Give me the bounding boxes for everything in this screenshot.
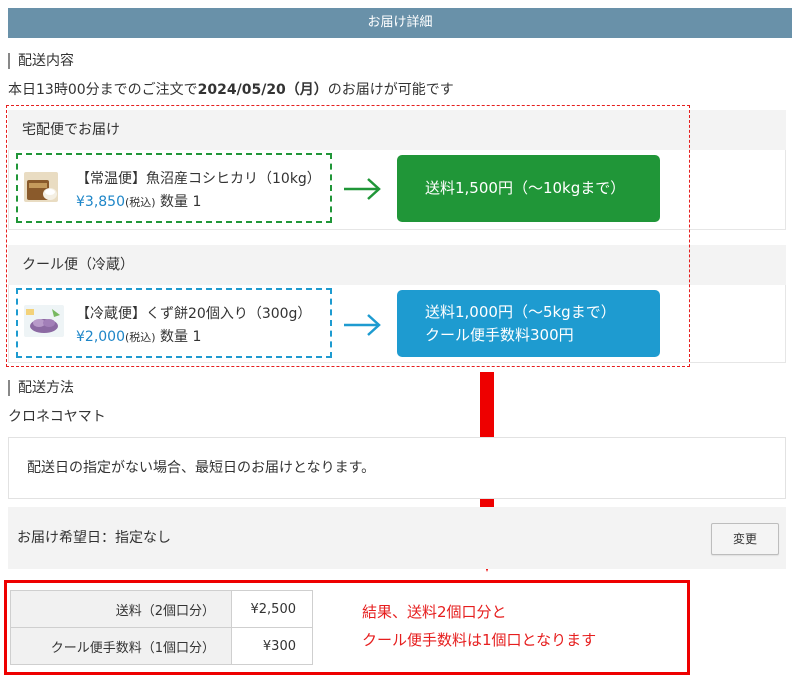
summary-label: クール便手数料（1個口分） xyxy=(10,627,232,665)
delivery-date-row: お届け希望日：指定なし xyxy=(8,507,786,569)
table-row: 送料（2個口分） ¥2,500 xyxy=(10,590,313,628)
summary-note: 結果、送料2個口分と クール便手数料は1個口となります xyxy=(362,598,596,654)
delivery-notice-date: 2024/05/20（月） xyxy=(197,82,328,98)
summary-label: 送料（2個口分） xyxy=(10,590,232,628)
table-row: クール便手数料（1個口分） ¥300 xyxy=(10,627,313,665)
summary-note-line: クール便手数料は1個口となります xyxy=(362,631,597,649)
summary-value: ¥2,500 xyxy=(231,590,313,628)
section-heading-shipping-contents: 配送内容 xyxy=(8,53,74,69)
delivery-notice-suffix: のお届けが可能です xyxy=(327,82,454,98)
highlight-outline-groups xyxy=(6,105,690,367)
delivery-notice: 本日13時00分までのご注文で2024/05/20（月）のお届けが可能です xyxy=(8,79,454,99)
delivery-date-label: お届け希望日： xyxy=(17,530,115,546)
delivery-notice-prefix: 本日13時00分までのご注文で xyxy=(8,82,198,98)
summary-note-line: 結果、送料2個口分と xyxy=(362,603,507,621)
delivery-info-box: 配送日の指定がない場合、最短日のお届けとなります。 xyxy=(8,437,786,499)
delivery-date-value: 指定なし xyxy=(115,530,171,546)
page-title: お届け詳細 xyxy=(8,8,792,38)
summary-value: ¥300 xyxy=(231,627,313,665)
section-heading-shipping-method: 配送方法 xyxy=(8,380,74,396)
fee-summary-table: 送料（2個口分） ¥2,500 クール便手数料（1個口分） ¥300 xyxy=(10,590,313,665)
change-date-button[interactable]: 変更 xyxy=(711,523,779,555)
carrier-name: クロネコヤマト xyxy=(8,409,106,425)
